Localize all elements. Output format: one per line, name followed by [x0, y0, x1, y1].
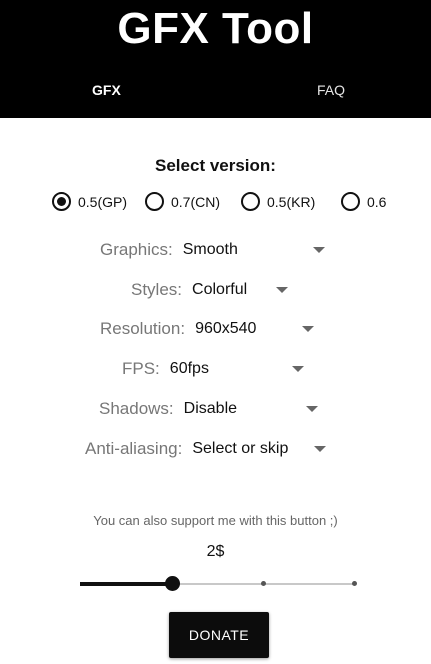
tab-faq[interactable]: FAQ [317, 82, 345, 98]
styles-label: Styles: [131, 280, 183, 299]
shadows-dropdown-value[interactable]: Disable [184, 400, 294, 418]
donation-amount: 2$ [206, 543, 225, 560]
donation-slider[interactable] [80, 575, 357, 595]
radio-version-0-5-kr[interactable]: 0.5(KR) [241, 192, 315, 211]
tab-gfx[interactable]: GFX [92, 82, 121, 98]
slider-thumb[interactable] [165, 576, 180, 591]
radio-label: 0.5(GP) [78, 193, 128, 210]
chevron-down-icon[interactable] [291, 366, 304, 372]
radio-label: 0.5(KR) [267, 193, 316, 210]
select-version-heading: Select version: [155, 156, 276, 175]
radio-unchecked-icon[interactable] [145, 192, 164, 211]
radio-checked-icon[interactable] [52, 192, 71, 211]
shadows-setting: Shadows: Disable [99, 396, 318, 422]
chevron-down-icon[interactable] [276, 287, 289, 293]
fps-setting: FPS: 60fps [122, 356, 304, 382]
radio-version-0-7-cn[interactable]: 0.7(CN) [145, 192, 220, 211]
slider-track-fill [80, 582, 173, 586]
app-title: GFX Tool [117, 4, 314, 53]
antialiasing-dropdown-value[interactable]: Select or skip [192, 440, 302, 458]
antialiasing-label: Anti-aliasing: [85, 439, 183, 458]
radio-unchecked-icon[interactable] [341, 192, 360, 211]
chevron-down-icon[interactable] [312, 247, 325, 253]
radio-version-0-5-gp[interactable]: 0.5(GP) [52, 192, 127, 211]
chevron-down-icon[interactable] [314, 446, 327, 452]
resolution-label: Resolution: [100, 319, 186, 338]
graphics-setting: Graphics: Smooth [100, 237, 325, 263]
radio-label: 0.7(CN) [171, 193, 221, 210]
chevron-down-icon[interactable] [302, 326, 315, 332]
resolution-dropdown-value[interactable]: 960x540 [195, 320, 290, 338]
graphics-label: Graphics: [100, 240, 173, 259]
styles-setting: Styles: Colorful [131, 277, 289, 303]
app-header: GFX Tool GFX FAQ [0, 0, 431, 118]
resolution-setting: Resolution: 960x540 [100, 316, 315, 342]
slider-tick [261, 581, 266, 586]
graphics-dropdown-value[interactable]: Smooth [183, 241, 301, 259]
support-text: You can also support me with this button… [93, 513, 338, 528]
slider-tick [352, 581, 357, 586]
chevron-down-icon[interactable] [305, 406, 318, 412]
shadows-label: Shadows: [99, 399, 174, 418]
radio-label: 0.6 [367, 193, 387, 210]
fps-label: FPS: [122, 359, 160, 378]
donate-button[interactable]: DONATE [169, 612, 269, 658]
fps-dropdown-value[interactable]: 60fps [170, 360, 280, 378]
radio-version-0-6[interactable]: 0.6 [341, 192, 386, 211]
styles-dropdown-value[interactable]: Colorful [192, 281, 264, 299]
radio-unchecked-icon[interactable] [241, 192, 260, 211]
antialiasing-setting: Anti-aliasing: Select or skip [85, 436, 327, 462]
